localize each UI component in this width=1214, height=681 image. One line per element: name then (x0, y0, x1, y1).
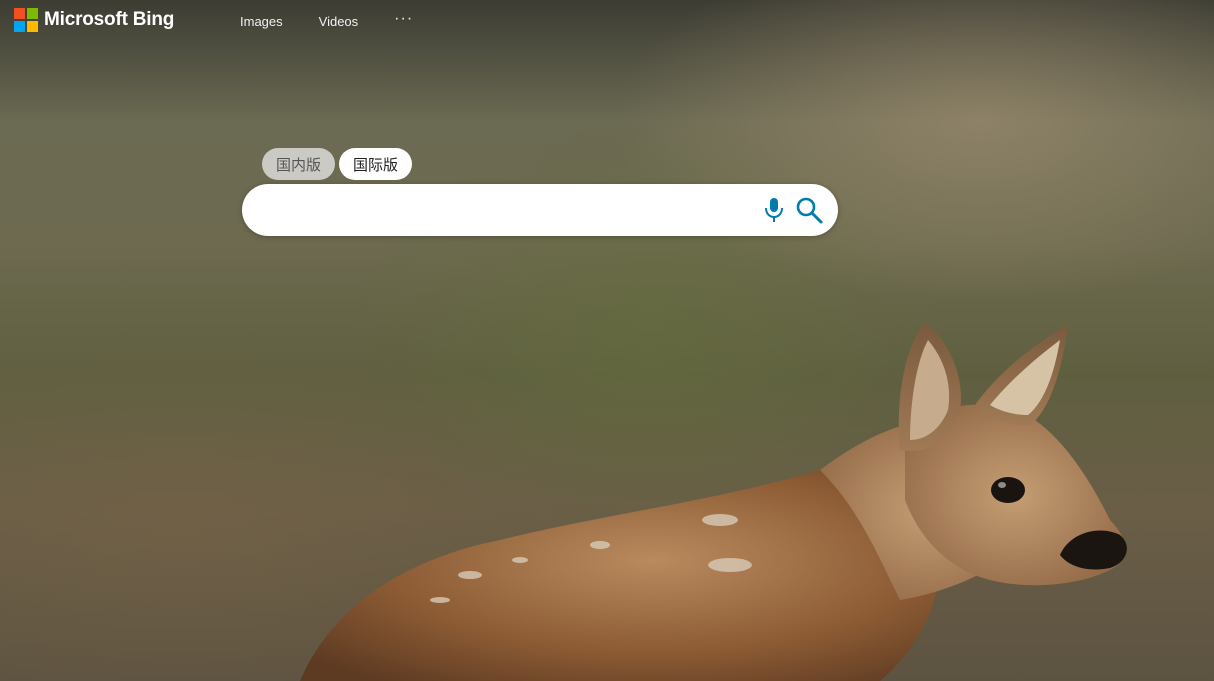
logo-square-green (27, 8, 38, 19)
scope-tab-domestic[interactable]: 国内版 (262, 148, 336, 180)
magnifier-icon (796, 197, 823, 224)
search-box (242, 184, 838, 236)
brand-name: Microsoft Bing (44, 9, 175, 30)
voice-search-button[interactable] (760, 196, 788, 224)
microphone-icon (765, 198, 783, 222)
search-input[interactable] (264, 194, 748, 228)
nav-videos-link[interactable]: Videos (319, 14, 359, 29)
bing-homepage: Microsoft Bing Images Videos ··· 国内版 国际版 (0, 0, 1214, 681)
main-nav: Images Videos ··· (240, 10, 413, 30)
search-submit-button[interactable] (794, 195, 824, 225)
background-image (300, 323, 1127, 681)
logo-square-blue (14, 21, 25, 32)
top-navigation-bar: Microsoft Bing Images Videos ··· (0, 0, 1214, 44)
nav-images-link[interactable]: Images (240, 14, 283, 29)
logo-square-red (14, 8, 25, 19)
bing-logo-link[interactable]: Microsoft Bing (14, 8, 174, 32)
microsoft-logo-icon (14, 8, 38, 32)
scope-tab-international[interactable]: 国际版 (339, 148, 413, 180)
more-options-button[interactable]: ··· (394, 10, 413, 28)
search-scope-switcher: 国内版 国际版 (262, 148, 413, 180)
logo-square-yellow (27, 21, 38, 32)
